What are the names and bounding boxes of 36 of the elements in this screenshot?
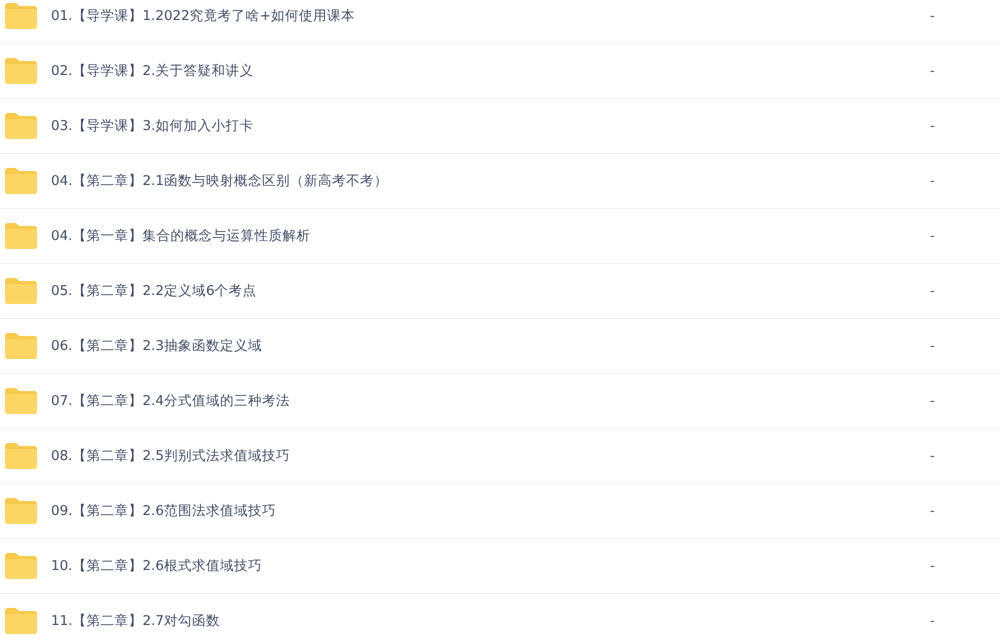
file-size: -	[930, 448, 936, 464]
file-size: -	[930, 614, 936, 628]
file-size: -	[930, 558, 936, 574]
folder-icon	[5, 608, 37, 634]
folder-icon	[5, 168, 37, 194]
file-name[interactable]: 02.【导学课】2.关于答疑和讲义	[51, 62, 930, 80]
file-name[interactable]: 08.【第二章】2.5判别式法求值域技巧	[51, 447, 930, 465]
file-size: -	[930, 174, 936, 188]
folder-icon	[5, 278, 37, 304]
file-name[interactable]: 04.【第二章】2.1函数与映射概念区别（新高考不考）	[51, 172, 930, 190]
file-size: -	[930, 8, 936, 24]
file-name[interactable]: 01.【导学课】1.2022究竟考了啥+如何使用课本	[51, 7, 930, 25]
folder-icon	[5, 388, 37, 414]
folder-icon	[5, 553, 37, 579]
file-size: -	[930, 394, 936, 408]
file-name[interactable]: 11.【第二章】2.7对勾函数	[51, 612, 930, 630]
file-name[interactable]: 09.【第二章】2.6范围法求值域技巧	[51, 502, 930, 520]
file-size: -	[930, 338, 936, 354]
folder-icon	[5, 223, 37, 249]
file-size: -	[930, 284, 936, 298]
folder-icon	[5, 443, 37, 469]
folder-icon	[5, 58, 37, 84]
folder-icon	[5, 113, 37, 139]
file-name[interactable]: 06.【第二章】2.3抽象函数定义域	[51, 337, 930, 355]
file-name[interactable]: 05.【第二章】2.2定义域6个考点	[51, 282, 930, 300]
folder-icon	[5, 3, 37, 29]
file-name[interactable]: 10.【第二章】2.6根式求值域技巧	[51, 557, 930, 575]
folder-icon	[5, 498, 37, 524]
folder-icon	[5, 333, 37, 359]
file-name[interactable]: 04.【第一章】集合的概念与运算性质解析	[51, 227, 930, 245]
file-name[interactable]: 07.【第二章】2.4分式值域的三种考法	[51, 392, 930, 410]
file-size: -	[930, 64, 936, 78]
file-size: -	[930, 228, 936, 244]
file-name[interactable]: 03.【导学课】3.如何加入小打卡	[51, 117, 930, 135]
file-size: -	[930, 118, 936, 134]
file-size: -	[930, 504, 936, 518]
